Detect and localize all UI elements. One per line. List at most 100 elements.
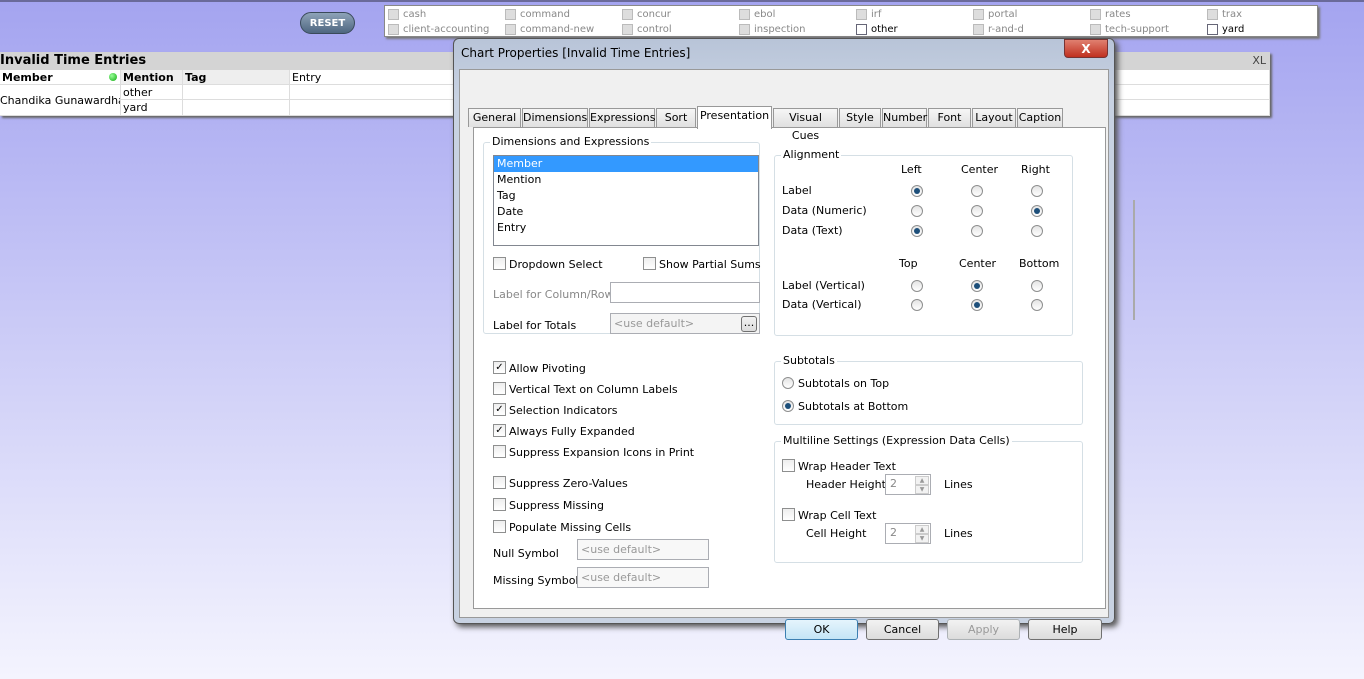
dropdown-select-checkbox[interactable] xyxy=(493,257,506,270)
filter-item[interactable]: tech-support xyxy=(1090,22,1169,36)
member-cell[interactable]: Chandika Gunawardhana xyxy=(0,85,121,116)
list-item[interactable]: Mention xyxy=(494,172,758,188)
alignment-radio[interactable] xyxy=(911,205,923,217)
list-item[interactable]: Date xyxy=(494,204,758,220)
header-mention[interactable]: Mention xyxy=(121,70,183,85)
show-partial-sums-checkbox[interactable] xyxy=(643,257,656,270)
spin-up-icon[interactable]: ▲ xyxy=(915,476,929,485)
filter-item[interactable]: command-new xyxy=(505,22,594,36)
filter-item[interactable]: command xyxy=(505,7,570,21)
dimensions-listbox[interactable]: Member Mention Tag Date Entry xyxy=(493,155,759,246)
export-xl-button[interactable]: XL xyxy=(1252,52,1266,70)
option-label: Suppress Zero-Values xyxy=(509,477,628,490)
filter-item[interactable]: trax xyxy=(1207,7,1242,21)
filter-item[interactable]: client-accounting xyxy=(388,22,489,36)
wrap-cell-checkbox[interactable] xyxy=(782,508,795,521)
dialog-title: Chart Properties [Invalid Time Entries] xyxy=(461,46,691,60)
option-checkbox[interactable] xyxy=(493,445,506,458)
apply-button[interactable]: Apply xyxy=(947,619,1020,640)
alignment-radio[interactable] xyxy=(1031,225,1043,237)
list-item[interactable]: Entry xyxy=(494,220,758,236)
filter-item[interactable]: control xyxy=(622,22,672,36)
wrap-header-checkbox[interactable] xyxy=(782,459,795,472)
filter-item-label: yard xyxy=(1222,23,1245,35)
alignment-radio[interactable] xyxy=(1031,299,1043,311)
checkbox-icon xyxy=(1090,23,1101,35)
missing-symbol-input[interactable]: <use default> xyxy=(577,567,709,588)
alignment-radio[interactable] xyxy=(971,185,983,197)
cell-height-spinner[interactable]: 2 ▲ ▼ xyxy=(885,523,931,544)
option-checkbox[interactable]: ✓ xyxy=(493,361,506,374)
alignment-radio[interactable] xyxy=(911,185,923,197)
tab-style[interactable]: Style xyxy=(839,108,881,127)
tab-general[interactable]: General xyxy=(468,108,521,127)
filter-item[interactable]: other xyxy=(856,22,898,36)
option-checkbox[interactable] xyxy=(493,498,506,511)
filter-item[interactable]: portal xyxy=(973,7,1017,21)
cancel-button[interactable]: Cancel xyxy=(866,619,939,640)
header-height-spinner[interactable]: 2 ▲ ▼ xyxy=(885,474,931,495)
tab-dimensions[interactable]: Dimensions xyxy=(522,108,588,127)
filter-item[interactable]: irf xyxy=(856,7,881,21)
filter-item[interactable]: rates xyxy=(1090,7,1131,21)
mention-cell[interactable]: other xyxy=(121,85,183,100)
alignment-row-label: Label xyxy=(782,184,812,197)
scrollbar[interactable] xyxy=(1133,200,1135,320)
tab-number[interactable]: Number xyxy=(882,108,927,127)
header-label: Member xyxy=(2,71,53,84)
alignment-radio[interactable] xyxy=(911,299,923,311)
browse-button[interactable]: ... xyxy=(741,316,757,332)
filter-item[interactable]: cash xyxy=(388,7,426,21)
tab-visual-cues[interactable]: Visual Cues xyxy=(773,108,838,142)
group-label: Multiline Settings (Expression Data Cell… xyxy=(781,434,1012,447)
option-checkbox[interactable] xyxy=(493,476,506,489)
alignment-radio[interactable] xyxy=(1031,205,1043,217)
label-column-row-input[interactable] xyxy=(610,282,760,303)
null-symbol-label: Null Symbol xyxy=(493,547,559,560)
list-item[interactable]: Member xyxy=(494,156,758,172)
tab-layout[interactable]: Layout xyxy=(972,108,1016,127)
alignment-radio[interactable] xyxy=(1031,185,1043,197)
reset-button[interactable]: RESET xyxy=(300,12,355,34)
list-item[interactable]: Tag xyxy=(494,188,758,204)
spin-down-icon[interactable]: ▼ xyxy=(915,534,929,543)
ok-button[interactable]: OK xyxy=(785,619,858,640)
alignment-radio[interactable] xyxy=(971,225,983,237)
tab-presentation[interactable]: Presentation xyxy=(697,106,772,129)
alignment-radio[interactable] xyxy=(1031,280,1043,292)
close-button[interactable]: X xyxy=(1064,39,1108,58)
spin-up-icon[interactable]: ▲ xyxy=(915,525,929,534)
tab-caption[interactable]: Caption xyxy=(1017,108,1063,127)
label-totals-input[interactable]: <use default> xyxy=(610,313,760,334)
subtotals-on-top-label: Subtotals on Top xyxy=(798,377,890,390)
option-checkbox[interactable]: ✓ xyxy=(493,424,506,437)
alignment-radio[interactable] xyxy=(971,280,983,292)
spinner-value: 2 xyxy=(890,477,897,490)
column-header: Top xyxy=(899,257,918,270)
filter-item[interactable]: inspection xyxy=(739,22,805,36)
filter-item[interactable]: concur xyxy=(622,7,671,21)
alignment-radio[interactable] xyxy=(971,205,983,217)
filter-item[interactable]: ebol xyxy=(739,7,775,21)
option-checkbox[interactable] xyxy=(493,382,506,395)
tab-expressions[interactable]: Expressions xyxy=(589,108,655,127)
alignment-radio[interactable] xyxy=(971,299,983,311)
option-checkbox[interactable]: ✓ xyxy=(493,403,506,416)
spin-down-icon[interactable]: ▼ xyxy=(915,485,929,494)
filter-item[interactable]: r-and-d xyxy=(973,22,1024,36)
tab-font[interactable]: Font xyxy=(928,108,971,127)
mention-cell[interactable]: yard xyxy=(121,100,183,116)
alignment-radio[interactable] xyxy=(911,225,923,237)
help-button[interactable]: Help xyxy=(1028,619,1102,640)
header-member[interactable]: Member xyxy=(0,70,121,85)
alignment-radio[interactable] xyxy=(911,280,923,292)
option-checkbox[interactable] xyxy=(493,520,506,533)
filter-item[interactable]: yard xyxy=(1207,22,1244,36)
tag-cell xyxy=(183,85,290,100)
subtotals-on-top-radio[interactable] xyxy=(782,377,794,389)
wrap-cell-label: Wrap Cell Text xyxy=(798,509,877,522)
tab-sort[interactable]: Sort xyxy=(656,108,696,127)
header-tag[interactable]: Tag xyxy=(183,70,290,85)
subtotals-at-bottom-radio[interactable] xyxy=(782,400,794,412)
null-symbol-input[interactable]: <use default> xyxy=(577,539,709,560)
